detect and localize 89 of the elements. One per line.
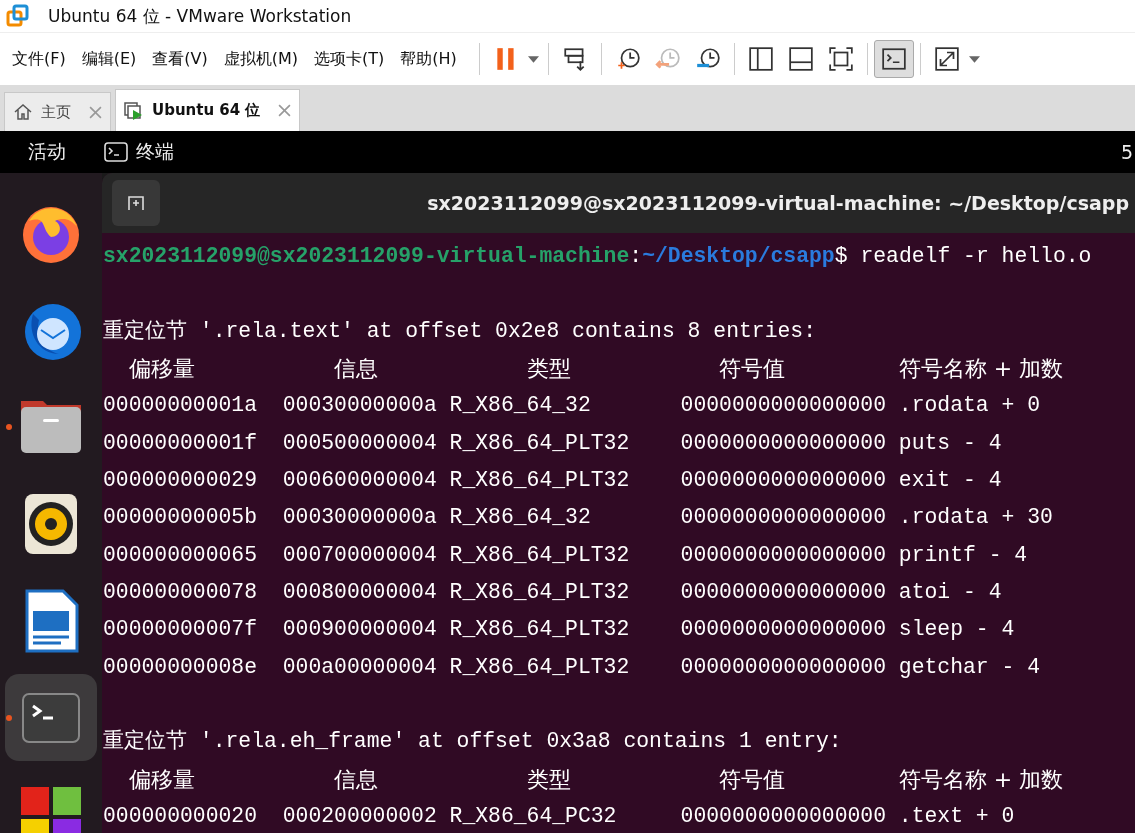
table-cell-text: 00000000001a: [103, 392, 259, 420]
table-cell-text: 0000000000000000: [680, 653, 887, 681]
table-cell-text: 000900000004: [282, 616, 438, 644]
console-icon: [880, 46, 907, 72]
table-cell-text: .rodata + 0: [898, 392, 1042, 420]
column-header: 符号名称 + 加数: [898, 356, 1064, 381]
running-dot: [6, 715, 12, 721]
table-cell-text: 00000000005b: [103, 504, 259, 532]
table-cell-text: 00030000000a: [282, 504, 438, 532]
table-cell-text: 0000000000000000: [680, 541, 887, 569]
table-cell-text: 00000000001f: [103, 429, 259, 457]
column-header: 类型: [526, 766, 571, 792]
table-cell-text: 000600000004: [282, 466, 438, 494]
table-cell-text: 000800000004: [282, 578, 438, 606]
window-title: Ubuntu 64 位 - VMware Workstation: [48, 4, 352, 28]
table-cell-text: 0000000000000000: [680, 616, 887, 644]
table-cell-text: 000000000078: [103, 578, 259, 606]
column-header: 符号值: [719, 356, 786, 381]
fit-screen-icon: [827, 46, 854, 72]
table-cell-text: 0000000000000000: [680, 466, 887, 494]
table-cell-text: exit - 4: [898, 466, 1003, 494]
tab[interactable]: 主页: [4, 92, 111, 131]
panel-icon: [787, 46, 814, 72]
table-cell-text: 000700000004: [282, 541, 438, 569]
column-header: 符号值: [719, 766, 786, 792]
column-header: 偏移量: [128, 766, 195, 792]
activities-button[interactable]: 活动: [0, 139, 94, 165]
table-cell-text: printf - 4: [898, 541, 1029, 569]
table-cell-text: R_X86_64_PLT32: [449, 466, 631, 494]
new-tab-icon: [126, 193, 146, 213]
tab[interactable]: Ubuntu 64 位: [115, 89, 301, 131]
table-cell-text: 000500000004: [282, 429, 438, 457]
table-cell-text: 00000000007f: [103, 616, 259, 644]
table-cell-text: .text + 0: [898, 802, 1016, 830]
clock[interactable]: 5: [1120, 141, 1133, 163]
sidebar-icon: [747, 46, 774, 72]
table-cell-text: puts - 4: [898, 429, 1003, 457]
table-cell-text: 0000000000000000: [680, 578, 887, 606]
menu-item[interactable]: 选项卡(T): [314, 48, 385, 70]
close-icon[interactable]: [278, 104, 292, 117]
section-heading: 重定位节 '.rela.text' at offset 0x2e8 contains 8 entries:: [102, 317, 817, 345]
toolbar-button[interactable]: [873, 40, 914, 78]
menu-item[interactable]: 查看(V): [152, 48, 208, 70]
new-tab-button[interactable]: [112, 180, 160, 226]
column-header: 符号名称 + 加数: [898, 766, 1064, 792]
table-cell-text: R_X86_64_PC32: [449, 802, 618, 830]
table-cell-text: getchar - 4: [898, 653, 1042, 681]
table-cell-text: 000000000020: [103, 802, 259, 830]
menu-item[interactable]: 文件(F): [12, 48, 66, 70]
table-cell-text: sleep - 4: [898, 616, 1016, 644]
table-cell-text: R_X86_64_32: [449, 392, 592, 420]
vm-play-icon: [124, 100, 144, 121]
caret-icon: [969, 55, 981, 63]
app-logo-icon: [6, 4, 30, 28]
table-cell-text: 0000000000000000: [680, 802, 887, 830]
terminal-icon: [104, 142, 128, 162]
table-cell-text: R_X86_64_PLT32: [449, 578, 631, 606]
table-cell-text: .rodata + 30: [898, 504, 1054, 532]
table-cell-text: 00000000008e: [103, 653, 259, 681]
caret-icon: [528, 55, 540, 63]
table-cell-text: 0000000000000000: [680, 429, 887, 457]
home-icon: [13, 102, 33, 122]
table-cell-text: R_X86_64_PLT32: [449, 541, 631, 569]
table-cell-text: R_X86_64_PLT32: [449, 653, 631, 681]
table-cell-text: 000a00000004: [282, 653, 438, 681]
table-cell-text: 0000000000000000: [680, 504, 887, 532]
table-cell-text: 000200000002: [282, 802, 438, 830]
running-dot: [6, 424, 12, 430]
column-header: 信息: [334, 356, 379, 381]
table-cell-text: 00030000000a: [282, 392, 438, 420]
table-cell-text: R_X86_64_32: [449, 504, 592, 532]
table-cell-text: 0000000000000000: [680, 392, 887, 420]
column-header: 类型: [526, 356, 571, 381]
app-menu[interactable]: 终端: [136, 139, 174, 165]
table-cell-text: R_X86_64_PLT32: [449, 616, 631, 644]
menu-item[interactable]: 虚拟机(M): [223, 48, 298, 70]
table-cell-text: 000000000029: [103, 466, 259, 494]
column-header: 偏移量: [128, 356, 195, 381]
table-cell-text: R_X86_64_PLT32: [449, 429, 631, 457]
section-heading: 重定位节 '.rela.eh_frame' at offset 0x3a8 contains 1 entry:: [102, 728, 843, 756]
clock-arrow-icon: [654, 46, 681, 72]
command-line: sx2023112099@sx2023112099-virtual-machine:~/Desktop/csapp$ readelf -r hello.o: [102, 243, 1093, 270]
menu-item[interactable]: 编辑(E): [81, 48, 137, 70]
menu-item[interactable]: 帮助(H): [400, 48, 457, 70]
table-cell-text: atoi - 4: [898, 578, 1003, 606]
stretch-icon: [933, 46, 960, 72]
table-cell-text: 000000000065: [103, 541, 259, 569]
column-header: 信息: [334, 766, 379, 792]
terminal-title: sx2023112099@sx2023112099-virtual-machine: ~/Desktop/csapp: [426, 192, 1130, 214]
